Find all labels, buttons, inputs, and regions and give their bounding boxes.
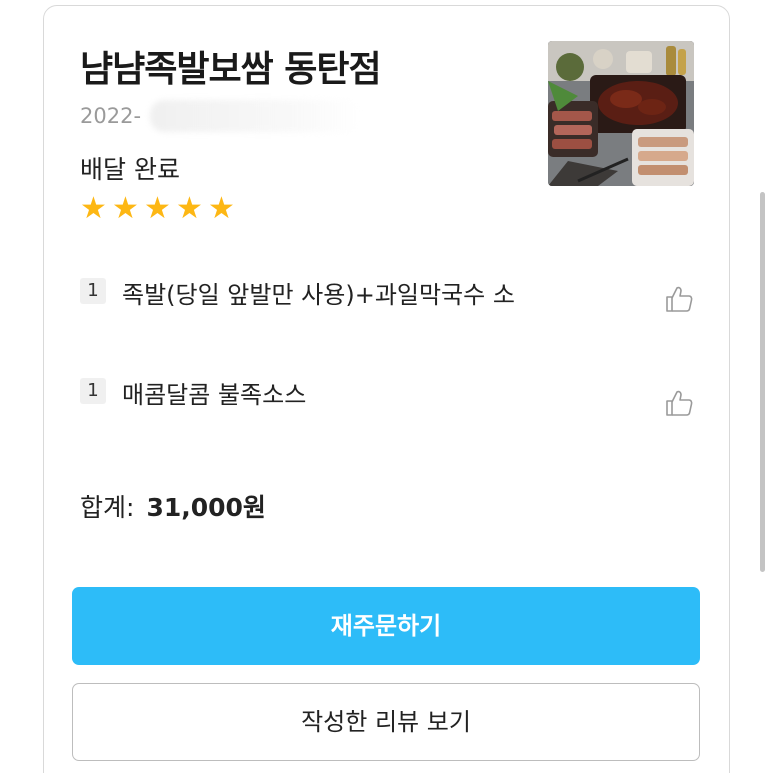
food-thumbnail[interactable]: [548, 41, 694, 186]
star-icon: ★: [80, 191, 107, 226]
store-name[interactable]: 냠냠족발보쌈 동탄점: [80, 40, 382, 92]
food-photo-illustration: [548, 41, 694, 186]
rating-stars: ★ ★ ★ ★ ★: [80, 194, 238, 224]
item-quantity: 1: [80, 378, 106, 404]
order-item: 1 족발(당일 앞발만 사용)+과일막국수 소: [80, 276, 660, 314]
thumbs-up-icon[interactable]: [664, 284, 694, 314]
order-date: 2022-: [80, 104, 142, 128]
total-label: 합계:: [80, 493, 135, 522]
date-redaction: [150, 100, 360, 132]
view-review-button[interactable]: 작성한 리뷰 보기: [72, 683, 700, 761]
star-icon: ★: [176, 191, 203, 226]
order-item: 1 매콤달콤 불족소스: [80, 376, 660, 414]
scrollbar[interactable]: [760, 192, 765, 572]
star-icon: ★: [112, 191, 139, 226]
total-amount: 31,000원: [146, 493, 266, 522]
star-icon: ★: [144, 191, 171, 226]
item-name: 매콤달콤 불족소스: [122, 381, 307, 409]
reorder-button[interactable]: 재주문하기: [72, 587, 700, 665]
order-total: 합계: 31,000원: [80, 488, 266, 524]
thumbs-up-icon[interactable]: [664, 388, 694, 418]
star-icon: ★: [208, 191, 235, 226]
delivery-status: 배달 완료: [80, 155, 180, 184]
item-name: 족발(당일 앞발만 사용)+과일막국수 소: [122, 281, 515, 309]
item-quantity: 1: [80, 278, 106, 304]
